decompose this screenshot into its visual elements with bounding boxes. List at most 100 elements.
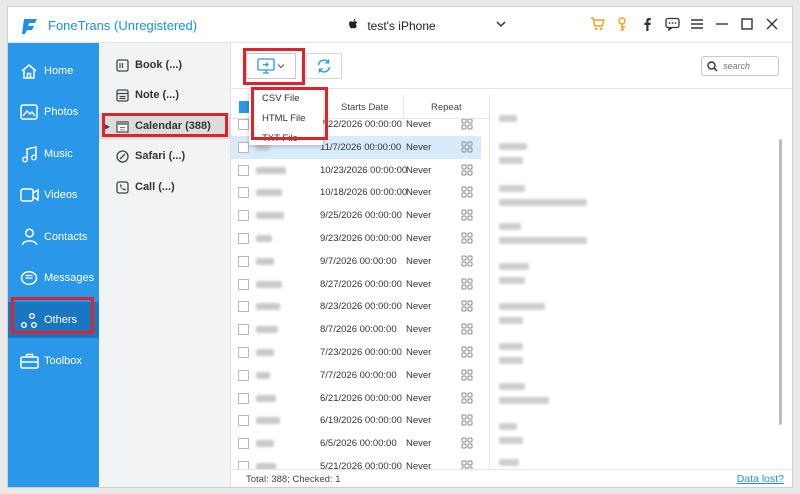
close-icon[interactable] [764,16,780,32]
table-row[interactable]: 8/23/2026 00:00:00 Never [231,295,481,318]
sidebar-item-home[interactable]: Home [8,53,99,89]
details-grid-icon[interactable] [461,255,473,267]
row-checkbox[interactable] [238,369,249,381]
row-checkbox[interactable] [238,255,249,267]
details-grid-icon[interactable] [461,141,473,153]
sidebar-item-music[interactable]: Music [8,136,99,172]
sidebar-item-messages[interactable]: Messages [8,260,99,296]
photos-icon [18,101,40,123]
row-checkbox[interactable] [238,347,249,358]
column-header-starts-date[interactable]: Starts Date [341,102,389,113]
table-row[interactable]: 10/18/2026 00:00:00 Never [231,181,481,204]
search-input[interactable] [723,61,775,71]
sidebar-item-label: Music [44,148,73,160]
details-grid-icon[interactable] [461,323,473,335]
event-title-redacted [256,440,274,448]
row-checkbox[interactable] [238,278,249,290]
details-grid-icon[interactable] [461,164,473,176]
row-checkbox[interactable] [238,461,249,469]
row-checkbox[interactable] [238,324,249,336]
refresh-icon [317,59,331,73]
sidebar-item-videos[interactable]: Videos [8,177,99,213]
category-item-book[interactable]: Book (...) [99,52,231,78]
chevron-down-icon[interactable] [494,17,508,31]
table-row[interactable]: 8/7/2026 00:00:00 Never [231,318,481,341]
main-sidebar: Home Photos Music Videos Contacts Messag… [8,43,99,487]
note-icon [115,88,129,102]
table-row[interactable]: 9/7/2026 00:00:00 Never [231,250,481,273]
refresh-button[interactable] [306,53,342,79]
detail-line [499,459,519,466]
sidebar-item-toolbox[interactable]: Toolbox [8,343,99,379]
data-lost-link[interactable]: Data lost? [737,473,784,485]
details-grid-icon[interactable] [461,278,473,290]
row-checkbox[interactable] [238,415,249,427]
row-checkbox[interactable] [238,210,249,222]
table-row[interactable]: 9/23/2026 00:00:00 Never [231,227,481,250]
category-item-note[interactable]: Note (...) [99,82,231,108]
repeat-cell: Never [406,278,432,290]
table-row[interactable]: 10/23/2026 00:00:00 Never [231,159,481,182]
details-grid-icon[interactable] [461,460,473,469]
sidebar-item-photos[interactable]: Photos [8,94,99,130]
repeat-cell: Never [406,438,432,450]
row-checkbox[interactable] [238,141,249,153]
row-checkbox[interactable] [238,233,249,244]
details-grid-icon[interactable] [461,437,473,449]
row-checkbox[interactable] [238,438,249,450]
search-box[interactable] [701,56,779,76]
toolbox-icon [18,350,40,372]
detail-line [499,303,545,310]
menu-icon[interactable] [689,16,705,32]
toolbar [231,43,792,89]
status-footer: Total: 388; Checked: 1 Data lost? [231,469,792,487]
safari-icon [115,149,129,163]
event-title-redacted [256,349,274,356]
key-icon[interactable] [614,16,630,32]
start-date-cell: 7/23/2026 00:00:00 [320,347,402,358]
repeat-cell: Never [406,164,432,176]
table-row[interactable]: 7/23/2026 00:00:00 Never [231,341,481,364]
sidebar-item-contacts[interactable]: Contacts [8,219,99,255]
detail-line [499,263,529,270]
details-grid-icon[interactable] [461,209,473,221]
details-grid-icon[interactable] [461,232,473,244]
table-row[interactable]: 8/27/2026 00:00:00 Never [231,273,481,296]
row-checkbox[interactable] [238,392,249,404]
maximize-icon[interactable] [739,16,755,32]
row-checkbox[interactable] [238,119,249,130]
event-title-redacted [256,303,280,311]
minimize-icon[interactable] [714,16,730,32]
device-selector[interactable]: test's iPhone [348,18,436,33]
row-checkbox[interactable] [238,187,249,199]
category-item-safari[interactable]: Safari (...) [99,143,231,169]
details-grid-icon[interactable] [461,119,473,130]
table-row[interactable]: 7/7/2026 00:00:00 Never [231,364,481,387]
details-grid-icon[interactable] [461,346,473,358]
cart-icon[interactable] [589,16,605,32]
row-checkbox[interactable] [238,164,249,176]
event-title-redacted [256,166,286,174]
details-scrollbar[interactable] [779,139,782,425]
chat-icon[interactable] [664,16,680,32]
detail-line [499,199,587,206]
table-row[interactable]: 6/19/2026 00:00:00 Never [231,409,481,432]
start-date-cell: 7/7/2026 00:00:00 [320,369,397,381]
details-grid-icon[interactable] [461,392,473,404]
details-grid-icon[interactable] [461,414,473,426]
detail-line [499,423,517,430]
details-grid-icon[interactable] [461,186,473,198]
table-row[interactable]: 5/21/2026 00:00:00 Never [231,455,481,469]
table-row[interactable]: 6/5/2026 00:00:00 Never [231,432,481,455]
detail-line [499,343,523,350]
table-row[interactable]: 9/25/2026 00:00:00 Never [231,204,481,227]
select-all-checkbox[interactable] [239,101,249,113]
category-item-call[interactable]: Call (...) [99,174,231,200]
details-grid-icon[interactable] [461,300,473,312]
row-checkbox[interactable] [238,301,249,313]
facebook-icon[interactable] [639,16,655,32]
table-row[interactable]: 6/21/2026 00:00:00 Never [231,387,481,410]
sidebar-item-label: Contacts [44,231,88,243]
details-grid-icon[interactable] [461,369,473,381]
column-header-repeat[interactable]: Repeat [431,102,462,113]
